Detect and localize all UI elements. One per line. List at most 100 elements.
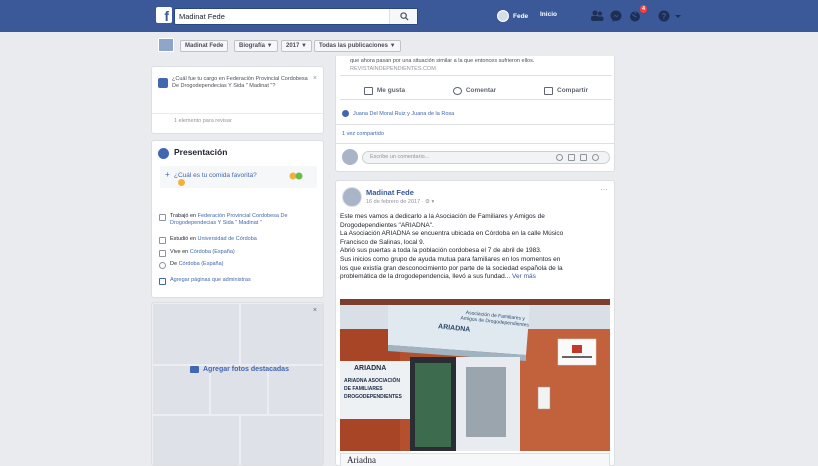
profile-name-button[interactable]: Madinat Fede xyxy=(180,40,229,52)
comment-bubble-icon xyxy=(452,86,462,95)
globe-icon xyxy=(158,148,169,159)
share-button[interactable]: Compartir xyxy=(544,86,589,95)
briefcase-icon xyxy=(159,214,166,221)
post-body-line: Sus inicios como grupo de ayuda mutua pa… xyxy=(340,255,561,263)
close-icon[interactable]: × xyxy=(313,307,317,314)
profile-thumbnail[interactable] xyxy=(158,38,174,52)
sticker-icon[interactable] xyxy=(592,154,599,161)
home-link[interactable]: Inicio xyxy=(540,11,557,18)
post-body-line: Francisco de Salinas, local 9. xyxy=(340,238,425,246)
like-button[interactable]: Me gusta xyxy=(363,86,406,95)
quick-help-icon[interactable]: ? xyxy=(657,9,671,23)
gif-icon[interactable] xyxy=(580,154,587,161)
intro-card: Presentación + ¿Cuál es tu comida favori… xyxy=(151,140,324,298)
shares-count-link[interactable]: 1 vez compartido xyxy=(342,131,384,137)
intro-education-prefix: Estudió en xyxy=(170,236,198,242)
link-preview-text: que ahora pasan por una situación simila… xyxy=(350,58,535,64)
post-body-line: los que existía gran desconocimiento por… xyxy=(340,264,563,272)
divider xyxy=(336,143,614,144)
reactors-names: Juana Del Moral Ruiz y Juana de la Rosa xyxy=(353,110,455,117)
reactions-summary[interactable]: Juana Del Moral Ruiz y Juana de la Rosa xyxy=(342,110,454,117)
share-label: Compartir xyxy=(557,87,589,94)
top-navigation-bar: f Madinat Fede Fede Inicio 4 ? xyxy=(0,0,818,32)
comment-input[interactable]: Escribe un comentario... xyxy=(362,151,610,164)
flag-icon xyxy=(159,278,166,285)
intro-work-prefix: Trabajó en xyxy=(170,213,198,219)
biography-dropdown[interactable]: Biografía ▼ xyxy=(234,40,278,52)
food-emoji-icon xyxy=(289,172,303,180)
post-timestamp[interactable]: 16 de febrero de 2017 · ⚙ ▾ xyxy=(366,199,434,205)
favorite-food-prompt[interactable]: + ¿Cuál es tu comida favorita? xyxy=(160,166,317,188)
like-label: Me gusta xyxy=(376,87,406,94)
intro-title: Presentación xyxy=(174,147,228,157)
intro-education-item: Estudió en Universidad de Córdoba xyxy=(159,236,319,244)
post-body-line: Este mes vamos a dedicarlo a la Asociaci… xyxy=(340,213,545,220)
comment-button[interactable]: Comentar xyxy=(452,86,497,95)
notifications-badge: 4 xyxy=(639,4,649,14)
intro-from-link[interactable]: Córdoba (España) xyxy=(179,261,224,267)
camera-icon[interactable] xyxy=(568,154,575,161)
emoji-icon[interactable] xyxy=(556,154,563,161)
link-preview-domain: REVISTAINDEPENDIENTES.COM xyxy=(350,66,436,72)
avatar[interactable] xyxy=(342,187,362,207)
messenger-icon[interactable] xyxy=(609,9,623,23)
profile-question-card: ¿Cuál fue tu cargo en Federación Provinc… xyxy=(151,66,324,134)
divider xyxy=(152,113,323,114)
location-pin-icon xyxy=(159,262,166,269)
post-body-line: Abrió sus puertas a toda la población co… xyxy=(340,247,542,255)
graduation-cap-icon xyxy=(159,237,166,244)
year-dropdown[interactable]: 2017 ▼ xyxy=(281,40,312,52)
intro-lives-link[interactable]: Córdoba (España) xyxy=(190,249,235,255)
review-items-link[interactable]: 1 elemento para revisar xyxy=(174,118,232,124)
add-featured-photos-label: Agregar fotos destacadas xyxy=(203,366,289,373)
post-photo[interactable]: Asociación de Familiares y Amigos de Dro… xyxy=(340,299,610,451)
intro-work-item: Trabajó en Federación Provincial Cordobe… xyxy=(159,213,319,227)
intro-lives-prefix: Vive en xyxy=(170,249,190,255)
profile-timeline-navigation: Madinat Fede Biografía ▼ 2017 ▼ Todas la… xyxy=(148,36,626,56)
search-icon xyxy=(400,12,409,21)
add-pages-link[interactable]: Agregar páginas que administras xyxy=(170,277,251,285)
account-menu-chevron-down-icon[interactable] xyxy=(674,9,682,23)
post-author-link[interactable]: Madinat Fede xyxy=(366,188,414,197)
search-input[interactable]: Madinat Fede xyxy=(174,8,418,25)
post-body: Este mes vamos a dedicarlo a la Asociaci… xyxy=(340,213,612,282)
post-body-line: La Asociación ARIADNA se encuentra ubica… xyxy=(340,230,564,238)
food-emoji-icon xyxy=(178,179,185,186)
like-reaction-icon xyxy=(342,110,349,117)
see-more-link[interactable]: Ver más xyxy=(512,273,536,280)
photo-caption: Ariadna xyxy=(347,455,376,465)
more-options-icon[interactable]: ··· xyxy=(600,185,608,194)
avatar xyxy=(497,10,509,22)
pencil-icon xyxy=(158,78,168,88)
intro-lives-item: Vive en Córdoba (España) xyxy=(159,249,319,257)
profile-shortcut[interactable]: Fede xyxy=(497,10,528,22)
photo-caption-bar[interactable]: Ariadna xyxy=(340,453,610,466)
friend-requests-icon[interactable] xyxy=(590,9,604,23)
profile-question-text[interactable]: ¿Cuál fue tu cargo en Federación Provinc… xyxy=(172,76,312,90)
search-value: Madinat Fede xyxy=(179,12,225,21)
home-icon xyxy=(159,250,166,257)
post-card: Madinat Fede 16 de febrero de 2017 · ⚙ ▾… xyxy=(335,180,615,466)
search-button[interactable] xyxy=(389,9,417,24)
plus-icon: + xyxy=(165,170,170,179)
add-pages-item: Agregar páginas que administras xyxy=(159,277,319,285)
photos-overlay xyxy=(152,303,323,465)
close-icon[interactable]: × xyxy=(313,75,317,82)
intro-education-link[interactable]: Universidad de Córdoba xyxy=(198,236,257,242)
share-arrow-icon xyxy=(544,86,553,95)
favorite-food-question: ¿Cuál es tu comida favorita? xyxy=(174,172,257,179)
facebook-logo-icon[interactable]: f xyxy=(156,7,172,24)
intro-from-prefix: De xyxy=(170,261,179,267)
comment-placeholder: Escribe un comentario... xyxy=(370,154,430,160)
post-body-line: Drogodependientes "ARIADNA". xyxy=(340,221,434,229)
photo-board-text: ARIADNA ASOCIACIÓN DE FAMILIARES DROGODE… xyxy=(344,378,402,400)
comment-label: Comentar xyxy=(465,87,497,94)
intro-from-item: De Córdoba (España) xyxy=(159,261,319,269)
camera-icon xyxy=(190,366,199,373)
svg-text:?: ? xyxy=(662,12,667,21)
link-preview[interactable]: que ahora pasan por una situación simila… xyxy=(340,56,612,76)
posts-filter-dropdown[interactable]: Todas las publicaciones ▼ xyxy=(314,40,401,52)
add-featured-photos-button[interactable]: Agregar fotos destacadas xyxy=(190,366,289,373)
featured-photos-card: × Agregar fotos destacadas xyxy=(151,302,324,466)
post-actions: Me gusta Comentar Compartir xyxy=(340,82,612,100)
